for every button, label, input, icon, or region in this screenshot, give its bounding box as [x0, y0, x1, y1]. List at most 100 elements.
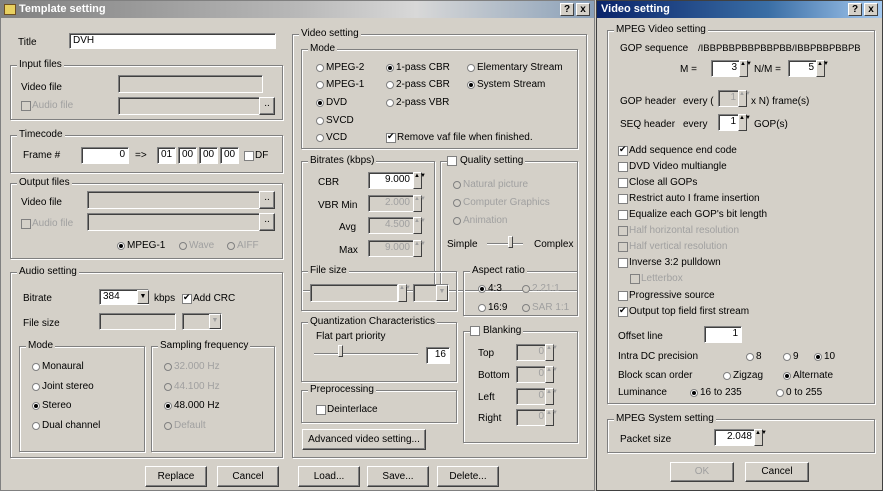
video-filesize-spin[interactable]: ▲▼ — [398, 284, 411, 302]
deinterlace-checkbox[interactable]: Deinterlace — [316, 404, 378, 415]
remove-vaf-checkbox[interactable]: Remove vaf file when finished. — [386, 131, 533, 143]
nm-input[interactable]: 5 — [788, 60, 818, 77]
template-title-bar[interactable]: Template setting ? x — [1, 1, 594, 18]
sf-default-radio[interactable]: Default — [164, 420, 206, 431]
help-button[interactable]: ? — [560, 3, 574, 16]
advanced-video-button[interactable]: Advanced video setting... — [302, 429, 426, 450]
video-cancel-button[interactable]: Cancel — [745, 462, 809, 482]
max-spin[interactable]: ▲▼ — [413, 240, 426, 257]
blank-top-input[interactable]: 0 — [516, 344, 548, 361]
blank-right-spin[interactable]: ▲▼ — [545, 409, 558, 426]
delete-button[interactable]: Delete... — [437, 466, 499, 487]
video-close-button[interactable]: x — [864, 3, 878, 16]
quality-slider-thumb[interactable] — [508, 236, 513, 248]
sf-32000-radio[interactable]: 32.000 Hz — [164, 361, 220, 372]
wave-radio[interactable]: Wave — [179, 240, 214, 251]
aspect-221-radio[interactable]: 2.21:1 — [522, 283, 560, 294]
add-sequence-end-checkbox[interactable]: Add sequence end code — [618, 144, 737, 156]
input-audio-browse[interactable]: .. — [259, 97, 275, 115]
2pass-vbr-radio[interactable]: 2-pass VBR — [386, 97, 449, 108]
tc-seconds[interactable]: 00 — [199, 147, 218, 164]
blank-bottom-spin[interactable]: ▲▼ — [545, 366, 558, 383]
nm-spin[interactable]: ▲▼ — [816, 60, 829, 77]
output-audio-checkbox[interactable]: Audio file — [21, 218, 73, 229]
flat-slider-track[interactable] — [314, 353, 418, 355]
video-help-button[interactable]: ? — [848, 3, 862, 16]
title-input[interactable]: DVH — [69, 33, 276, 49]
lum-0-255-radio[interactable]: 0 to 255 — [776, 387, 822, 398]
aiff-radio[interactable]: AIFF — [227, 240, 259, 251]
flat-slider-thumb[interactable] — [338, 345, 343, 357]
mode-dual-channel-radio[interactable]: Dual channel — [32, 420, 100, 431]
mode-joint-stereo-radio[interactable]: Joint stereo — [32, 381, 94, 392]
tc-frames[interactable]: 00 — [220, 147, 239, 164]
cbr-input[interactable]: 9.000 — [368, 172, 414, 189]
quality-checkbox[interactable]: Quality setting — [447, 155, 526, 166]
audio-filesize-field[interactable] — [99, 313, 176, 330]
computer-graphics-radio[interactable]: Computer Graphics — [453, 197, 550, 208]
close-all-gops-checkbox[interactable]: Close all GOPs — [618, 177, 697, 188]
output-video-browse[interactable]: .. — [259, 191, 275, 209]
output-audio-browse[interactable]: .. — [259, 213, 275, 231]
blank-right-input[interactable]: 0 — [516, 409, 548, 426]
blank-left-spin[interactable]: ▲▼ — [545, 388, 558, 405]
close-button[interactable]: x — [576, 3, 590, 16]
add-crc-checkbox[interactable]: Add CRC — [182, 292, 235, 304]
half-vertical-checkbox[interactable]: Half vertical resolution — [618, 241, 727, 252]
2pass-cbr-radio[interactable]: 2-pass CBR — [386, 79, 450, 90]
mpeg1-radio[interactable]: MPEG-1 — [117, 240, 165, 251]
1pass-cbr-radio[interactable]: 1-pass CBR — [386, 62, 450, 73]
load-button[interactable]: Load... — [298, 466, 360, 487]
inverse-pulldown-checkbox[interactable]: Inverse 3:2 pulldown — [618, 257, 721, 268]
natural-picture-radio[interactable]: Natural picture — [453, 179, 528, 190]
half-horizontal-checkbox[interactable]: Half horizontal resolution — [618, 225, 739, 236]
svcd-radio[interactable]: SVCD — [316, 115, 354, 126]
lum-16-235-radio[interactable]: 16 to 235 — [690, 387, 742, 398]
mpeg1-video-radio[interactable]: MPEG-1 — [316, 79, 364, 90]
vbrmin-input[interactable]: 2.000 — [368, 195, 414, 212]
df-checkbox[interactable]: DF — [244, 150, 268, 161]
sf-44100-radio[interactable]: 44.100 Hz — [164, 381, 220, 392]
vbrmin-spin[interactable]: ▲▼ — [413, 195, 426, 212]
tc-minutes[interactable]: 00 — [178, 147, 197, 164]
mpeg2-radio[interactable]: MPEG-2 — [316, 62, 364, 73]
audio-unit-dropdown-icon[interactable]: ▼ — [209, 314, 221, 329]
save-button[interactable]: Save... — [367, 466, 429, 487]
vcd-radio[interactable]: VCD — [316, 132, 347, 143]
mode-monaural-radio[interactable]: Monaural — [32, 361, 84, 372]
output-video-field[interactable] — [87, 191, 267, 209]
blank-left-input[interactable]: 0 — [516, 388, 548, 405]
tc-hours[interactable]: 01 — [157, 147, 176, 164]
aspect-43-radio[interactable]: 4:3 — [478, 283, 502, 294]
animation-radio[interactable]: Animation — [453, 215, 507, 226]
intra-8-radio[interactable]: 8 — [746, 351, 762, 362]
ok-button[interactable]: OK — [670, 462, 734, 482]
dvd-radio[interactable]: DVD — [316, 97, 347, 108]
m-input[interactable]: 3 — [711, 60, 741, 77]
frame-input[interactable]: 0 — [81, 147, 129, 164]
input-audio-checkbox[interactable]: Audio file — [21, 100, 73, 111]
video-filesize-field[interactable] — [310, 284, 398, 302]
cbr-spin[interactable]: ▲▼ — [413, 172, 426, 189]
blanking-checkbox[interactable]: Blanking — [470, 325, 524, 336]
flat-value-input[interactable]: 16 — [426, 347, 450, 364]
input-video-field[interactable] — [118, 75, 263, 93]
avg-spin[interactable]: ▲▼ — [413, 217, 426, 234]
max-input[interactable]: 9.000 — [368, 240, 414, 257]
letterbox-checkbox[interactable]: Letterbox — [630, 273, 683, 284]
cancel-button[interactable]: Cancel — [217, 466, 279, 487]
mode-stereo-radio[interactable]: Stereo — [32, 400, 71, 411]
intra-9-radio[interactable]: 9 — [783, 351, 799, 362]
system-stream-radio[interactable]: System Stream — [467, 79, 545, 90]
bitrate-dropdown-icon[interactable]: ▼ — [137, 290, 149, 304]
blank-top-spin[interactable]: ▲▼ — [545, 344, 558, 361]
packet-size-spin[interactable]: ▲▼ — [754, 429, 767, 446]
gop-header-input[interactable]: 1 — [718, 90, 740, 107]
restrict-auto-iframe-checkbox[interactable]: Restrict auto I frame insertion — [618, 193, 760, 204]
alternate-radio[interactable]: Alternate — [783, 370, 833, 381]
avg-input[interactable]: 4.500 — [368, 217, 414, 234]
aspect-sar-radio[interactable]: SAR 1:1 — [522, 302, 569, 313]
replace-button[interactable]: Replace — [145, 466, 207, 487]
gop-header-spin[interactable]: ▲▼ — [738, 90, 751, 107]
dvd-multiangle-checkbox[interactable]: DVD Video multiangle — [618, 161, 727, 172]
